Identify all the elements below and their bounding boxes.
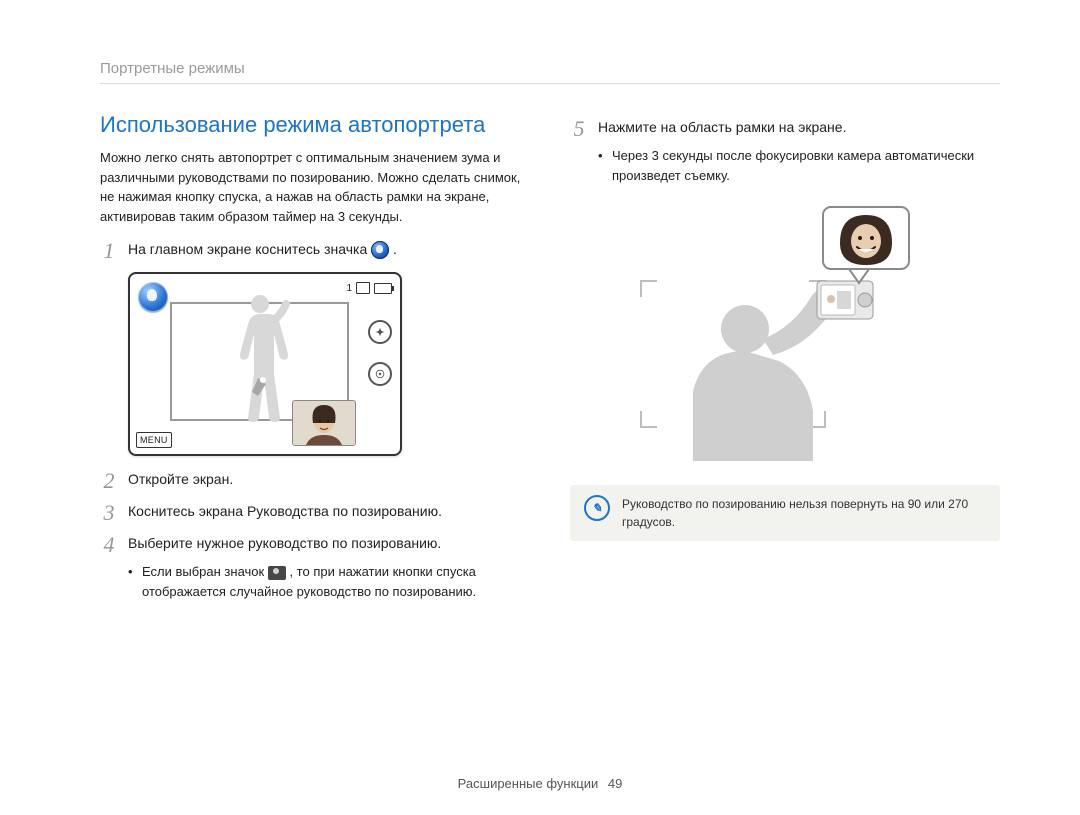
bullet-text-before: Если выбран значок	[142, 564, 268, 579]
step-1-text-after: .	[393, 241, 397, 257]
two-column-layout: Использование режима автопортрета Можно …	[100, 108, 1000, 601]
right-side-icons: ✦ ☉	[368, 320, 392, 386]
step-4-bullet: Если выбран значок , то при нажатии кноп…	[128, 562, 530, 601]
step-5: 5 Нажмите на область рамки на экране.	[570, 118, 1000, 140]
step-3: 3 Коснитесь экрана Руководства по позиро…	[100, 502, 530, 524]
step-text: Выберите нужное руководство по позирован…	[128, 534, 530, 554]
storage-icon	[356, 282, 370, 294]
step-number: 2	[100, 470, 118, 492]
step-text: Коснитесь экрана Руководства по позирова…	[128, 502, 530, 522]
intro-paragraph: Можно легко снять автопортрет с оптималь…	[100, 148, 530, 226]
step-4: 4 Выберите нужное руководство по позиров…	[100, 534, 530, 556]
random-pose-icon	[268, 566, 286, 580]
section-header: Портретные режимы	[100, 60, 1000, 84]
flash-icon: ✦	[368, 320, 392, 344]
left-column: Использование режима автопортрета Можно …	[100, 108, 530, 601]
pose-silhouette	[220, 292, 300, 422]
shot-count: 1	[346, 283, 352, 294]
face-preview	[292, 400, 356, 446]
right-column: 5 Нажмите на область рамки на экране. Че…	[570, 108, 1000, 601]
manual-page: Портретные режимы Использование режима а…	[0, 0, 1080, 815]
step-2: 2 Откройте экран.	[100, 470, 530, 492]
step-number: 3	[100, 502, 118, 524]
selfie-illustration	[635, 201, 935, 461]
step-number: 1	[100, 240, 118, 262]
step-5-bullet: Через 3 секунды после фокусировки камера…	[598, 146, 1000, 185]
self-portrait-mode-icon	[371, 241, 389, 259]
step-number: 4	[100, 534, 118, 556]
page-footer: Расширенные функции 49	[0, 776, 1080, 791]
battery-icon	[374, 283, 392, 294]
step-text: Нажмите на область рамки на экране.	[598, 118, 1000, 138]
page-number: 49	[608, 776, 622, 791]
note-text: Руководство по позированию нельзя поверн…	[622, 495, 986, 531]
menu-button: MENU	[136, 432, 172, 448]
mode-icon	[138, 282, 168, 312]
globe-icon: ☉	[368, 362, 392, 386]
page-title: Использование режима автопортрета	[100, 112, 530, 138]
step-text: На главном экране коснитесь значка .	[128, 240, 530, 260]
step-1: 1 На главном экране коснитесь значка .	[100, 240, 530, 262]
status-bar: 1	[346, 282, 392, 294]
info-icon: ✎	[584, 495, 610, 521]
camera-screen-illustration: 1 ✦ ☉	[128, 272, 402, 456]
step-1-text-before: На главном экране коснитесь значка	[128, 241, 371, 257]
note-box: ✎ Руководство по позированию нельзя пове…	[570, 485, 1000, 541]
footer-label: Расширенные функции	[458, 776, 599, 791]
step-number: 5	[570, 118, 588, 140]
step-text: Откройте экран.	[128, 470, 530, 490]
